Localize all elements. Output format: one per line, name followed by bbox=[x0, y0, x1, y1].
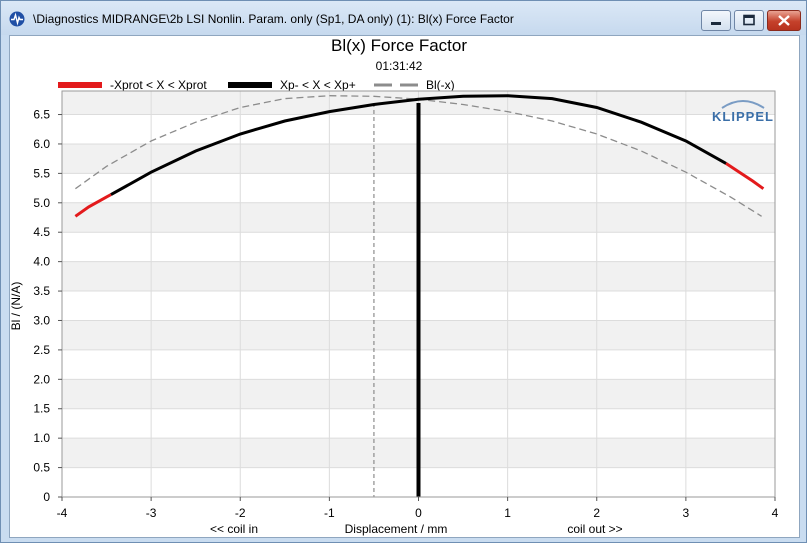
chart-timestamp: 01:31:42 bbox=[376, 59, 423, 73]
application-window: \Diagnostics MIDRANGE\2b LSI Nonlin. Par… bbox=[0, 0, 807, 543]
x-tick-label: 0 bbox=[415, 506, 422, 520]
x-tick-label: -4 bbox=[57, 506, 68, 520]
x-tick-label: 3 bbox=[683, 506, 690, 520]
y-tick-label: 1.5 bbox=[33, 402, 50, 416]
y-axis-label: Bl / (N/A) bbox=[10, 282, 23, 331]
x-tick-label: 1 bbox=[504, 506, 511, 520]
y-tick-label: 5.5 bbox=[33, 166, 50, 180]
chart-panel: Bl(x) Force Factor 01:31:42 -Xprot < X <… bbox=[9, 35, 800, 538]
coil-in-hint: << coil in bbox=[210, 522, 258, 536]
y-tick-label: 6.0 bbox=[33, 137, 50, 151]
coil-out-hint: coil out >> bbox=[567, 522, 622, 536]
minimize-icon bbox=[711, 22, 721, 25]
x-tick-label: -2 bbox=[235, 506, 246, 520]
x-tick-label: -3 bbox=[146, 506, 157, 520]
diagnostics-pulse-icon bbox=[9, 11, 25, 27]
chart-legend: -Xprot < X < Xprot Xp- < X < Xp+ Bl(-x) bbox=[58, 78, 455, 92]
y-tick-label: 0.5 bbox=[33, 461, 50, 475]
chart-title: Bl(x) Force Factor bbox=[331, 36, 467, 55]
y-tick-label: 2.0 bbox=[33, 372, 50, 386]
svg-text:KLIPPEL: KLIPPEL bbox=[712, 109, 774, 124]
legend-entry-label: Bl(-x) bbox=[426, 78, 455, 92]
window-title: \Diagnostics MIDRANGE\2b LSI Nonlin. Par… bbox=[33, 12, 514, 26]
legend-entry-label: -Xprot < X < Xprot bbox=[110, 78, 207, 92]
x-axis-label: Displacement / mm bbox=[345, 522, 448, 536]
y-tick-label: 3.0 bbox=[33, 313, 50, 327]
y-tick-label: 5.0 bbox=[33, 196, 50, 210]
y-tick-label: 4.0 bbox=[33, 255, 50, 269]
close-icon bbox=[778, 15, 790, 26]
y-tick-label: 3.5 bbox=[33, 284, 50, 298]
x-tick-label: 4 bbox=[772, 506, 779, 520]
maximize-icon bbox=[743, 14, 755, 26]
title-bar[interactable]: \Diagnostics MIDRANGE\2b LSI Nonlin. Par… bbox=[1, 1, 806, 35]
x-axis-ticks: -4 -3 -2 -1 0 1 2 3 4 bbox=[57, 497, 779, 520]
legend-entry-label: Xp- < X < Xp+ bbox=[280, 78, 356, 92]
x-tick-label: 2 bbox=[593, 506, 600, 520]
x-tick-label: -1 bbox=[324, 506, 335, 520]
close-button[interactable] bbox=[767, 10, 801, 31]
y-tick-label: 2.5 bbox=[33, 343, 50, 357]
y-tick-label: 4.5 bbox=[33, 225, 50, 239]
minimize-button[interactable] bbox=[701, 10, 731, 31]
y-tick-label: 0 bbox=[43, 490, 50, 504]
y-tick-label: 1.0 bbox=[33, 431, 50, 445]
maximize-button[interactable] bbox=[734, 10, 764, 31]
bl-force-factor-chart: Bl(x) Force Factor 01:31:42 -Xprot < X <… bbox=[9, 36, 779, 536]
y-axis-ticks: 0 0.5 1.0 1.5 2.0 2.5 3.0 3.5 4.0 4.5 5.0 5.5 6.0 6.5 bbox=[33, 108, 62, 504]
y-tick-label: 6.5 bbox=[33, 108, 50, 122]
